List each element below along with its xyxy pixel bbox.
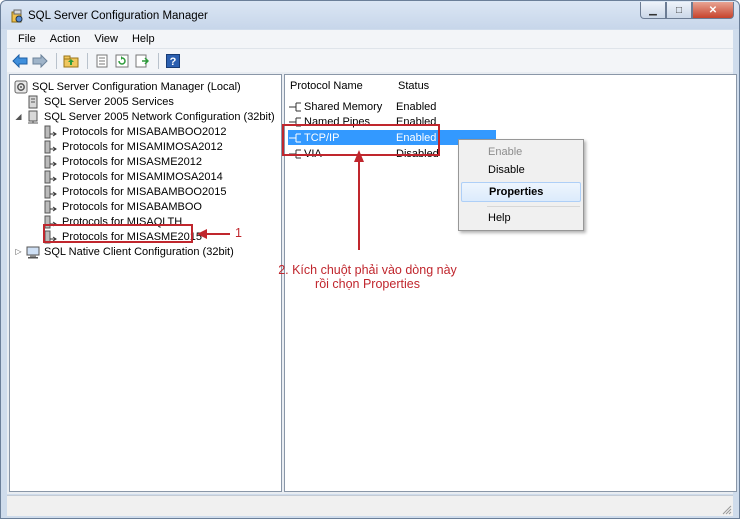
- annotation-step2-line2: rồi chọn Properties: [315, 277, 420, 291]
- annotation-step1: 1: [235, 226, 242, 240]
- arrow-step2-icon: [354, 150, 364, 250]
- annotation-step2-line1: 2. Kích chuột phải vào dòng này: [278, 263, 457, 277]
- arrow-step1-icon: [197, 229, 230, 239]
- annotation-step2: 2. Kích chuột phải vào dòng này rồi chọn…: [275, 263, 460, 291]
